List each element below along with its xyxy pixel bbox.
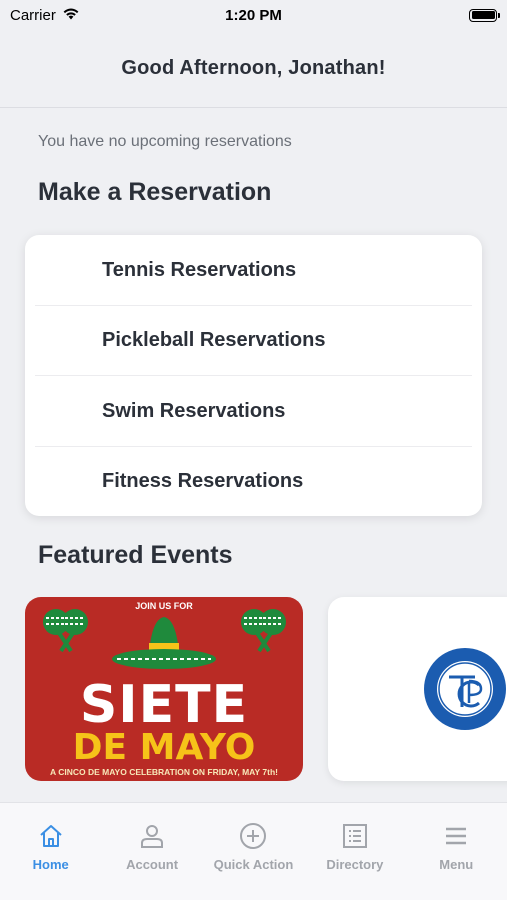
reservation-item-label: Swim Reservations [102, 399, 286, 422]
tab-quick-action[interactable]: Quick Action [203, 821, 304, 900]
tab-menu[interactable]: Menu [406, 821, 507, 900]
status-left: Carrier [10, 7, 80, 24]
reservation-item-label: Pickleball Reservations [102, 329, 326, 352]
make-reservation-title: Make a Reservation [38, 178, 272, 206]
tab-label: Directory [326, 857, 384, 872]
status-bar: Carrier 1:20 PM [0, 0, 507, 30]
reservation-item-label: Fitness Reservations [102, 470, 304, 493]
tab-directory[interactable]: Directory [304, 821, 405, 900]
fitness-reservations-item[interactable]: Fitness Reservations [25, 447, 482, 517]
featured-events-title: Featured Events [38, 541, 233, 569]
tab-label: Quick Action [213, 857, 294, 872]
tab-account[interactable]: Account [102, 821, 203, 900]
event-title-line2: DE MAYO [72, 727, 256, 768]
event-subtitle: A CINCO DE MAYO CELEBRATION ON FRIDAY, M… [50, 767, 278, 777]
person-icon [137, 821, 167, 851]
reservation-item-label: Tennis Reservations [102, 258, 297, 281]
greeting: Good Afternoon, Jonathan! [121, 57, 386, 79]
club-logo [424, 648, 506, 730]
tab-label: Account [126, 857, 179, 872]
tab-home[interactable]: Home [0, 821, 101, 900]
sombrero-icon [112, 617, 216, 669]
carrier-label: Carrier [10, 6, 56, 24]
header: Good Afternoon, Jonathan! [0, 30, 507, 108]
event-card-club[interactable] [328, 597, 507, 781]
maraca-icon [241, 609, 286, 653]
hamburger-icon [441, 821, 471, 851]
pickleball-reservations-item[interactable]: Pickleball Reservations [25, 306, 482, 377]
plus-circle-icon [238, 821, 268, 851]
wifi-icon [62, 7, 80, 24]
no-reservations-message: You have no upcoming reservations [38, 133, 292, 150]
home-icon [36, 821, 66, 851]
event-card-siete-de-mayo[interactable]: JOIN US FOR SIETE DE MAYO A CINCO DE MAY… [25, 597, 303, 781]
list-icon [340, 821, 370, 851]
swim-reservations-item[interactable]: Swim Reservations [25, 376, 482, 447]
tennis-reservations-item[interactable]: Tennis Reservations [25, 235, 482, 306]
tab-label: Home [32, 857, 69, 872]
tab-bar: Home Account Quick Action Directory Menu [0, 802, 507, 900]
battery-icon [469, 8, 500, 22]
tab-label: Menu [439, 857, 474, 872]
reservation-list: Tennis Reservations Pickleball Reservati… [25, 235, 482, 516]
event-title-line1: SIETE [79, 675, 249, 735]
maraca-icon [43, 609, 88, 653]
